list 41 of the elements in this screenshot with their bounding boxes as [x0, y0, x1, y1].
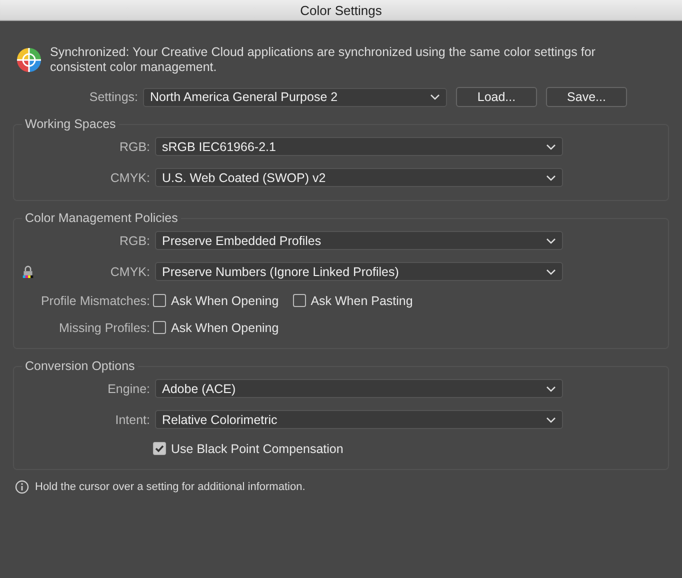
field-label: RGB:: [118, 234, 151, 248]
caret-icon: [430, 94, 440, 100]
field-label: CMYK:: [109, 170, 151, 184]
caret-icon: [546, 174, 556, 180]
dropdown[interactable]: Preserve Numbers (Ignore Linked Profiles): [155, 262, 563, 281]
window-title: Color Settings: [300, 2, 382, 18]
caret-icon: [546, 268, 556, 274]
field-label: CMYK:: [109, 264, 151, 278]
field-label: Engine:: [106, 382, 151, 396]
dropdown[interactable]: Preserve Embedded Profiles: [155, 231, 563, 250]
dropdown[interactable]: Adobe (ACE): [155, 379, 563, 398]
checkbox-option[interactable]: Ask When Pasting: [292, 294, 413, 308]
sync-message: Synchronized: Your Creative Cloud applications are synchronized using the same color settings for consistent color management.: [50, 45, 596, 75]
checkbox[interactable]: [153, 294, 166, 307]
field-label: Profile Mismatches:: [40, 294, 151, 308]
dropdown[interactable]: sRGB IEC61966-2.1: [155, 137, 563, 156]
caret-icon: [546, 238, 556, 244]
section-title: Working Spaces: [24, 117, 117, 131]
section-title: Conversion Options: [24, 359, 136, 373]
checkbox[interactable]: [153, 442, 166, 455]
checkbox-option[interactable]: Ask When Opening: [153, 294, 279, 308]
checkbox[interactable]: [153, 321, 166, 334]
info-text: Hold the cursor over a setting for additional information.: [35, 481, 306, 493]
save-button[interactable]: Save...: [546, 87, 627, 107]
dropdown[interactable]: U.S. Web Coated (SWOP) v2: [155, 168, 563, 187]
field-label: RGB:: [118, 140, 151, 154]
checkbox-option[interactable]: Use Black Point Compensation: [153, 442, 344, 456]
caret-icon: [546, 386, 556, 392]
info-icon: [15, 480, 29, 494]
dropdown[interactable]: Relative Colorimetric: [155, 410, 563, 429]
caret-icon: [546, 416, 556, 422]
load-button[interactable]: Load...: [456, 87, 537, 107]
checkbox[interactable]: [292, 294, 306, 307]
section-title: Color Management Policies: [24, 211, 179, 225]
field-label: Settings:: [88, 90, 139, 104]
caret-icon: [546, 144, 556, 150]
field-label: Intent:: [114, 412, 151, 426]
settings-dropdown[interactable]: North America General Purpose 2: [143, 88, 447, 106]
color-wheel-icon: [16, 47, 42, 73]
field-label: Missing Profiles:: [58, 320, 151, 334]
checkbox-option[interactable]: Ask When Opening: [153, 320, 279, 334]
